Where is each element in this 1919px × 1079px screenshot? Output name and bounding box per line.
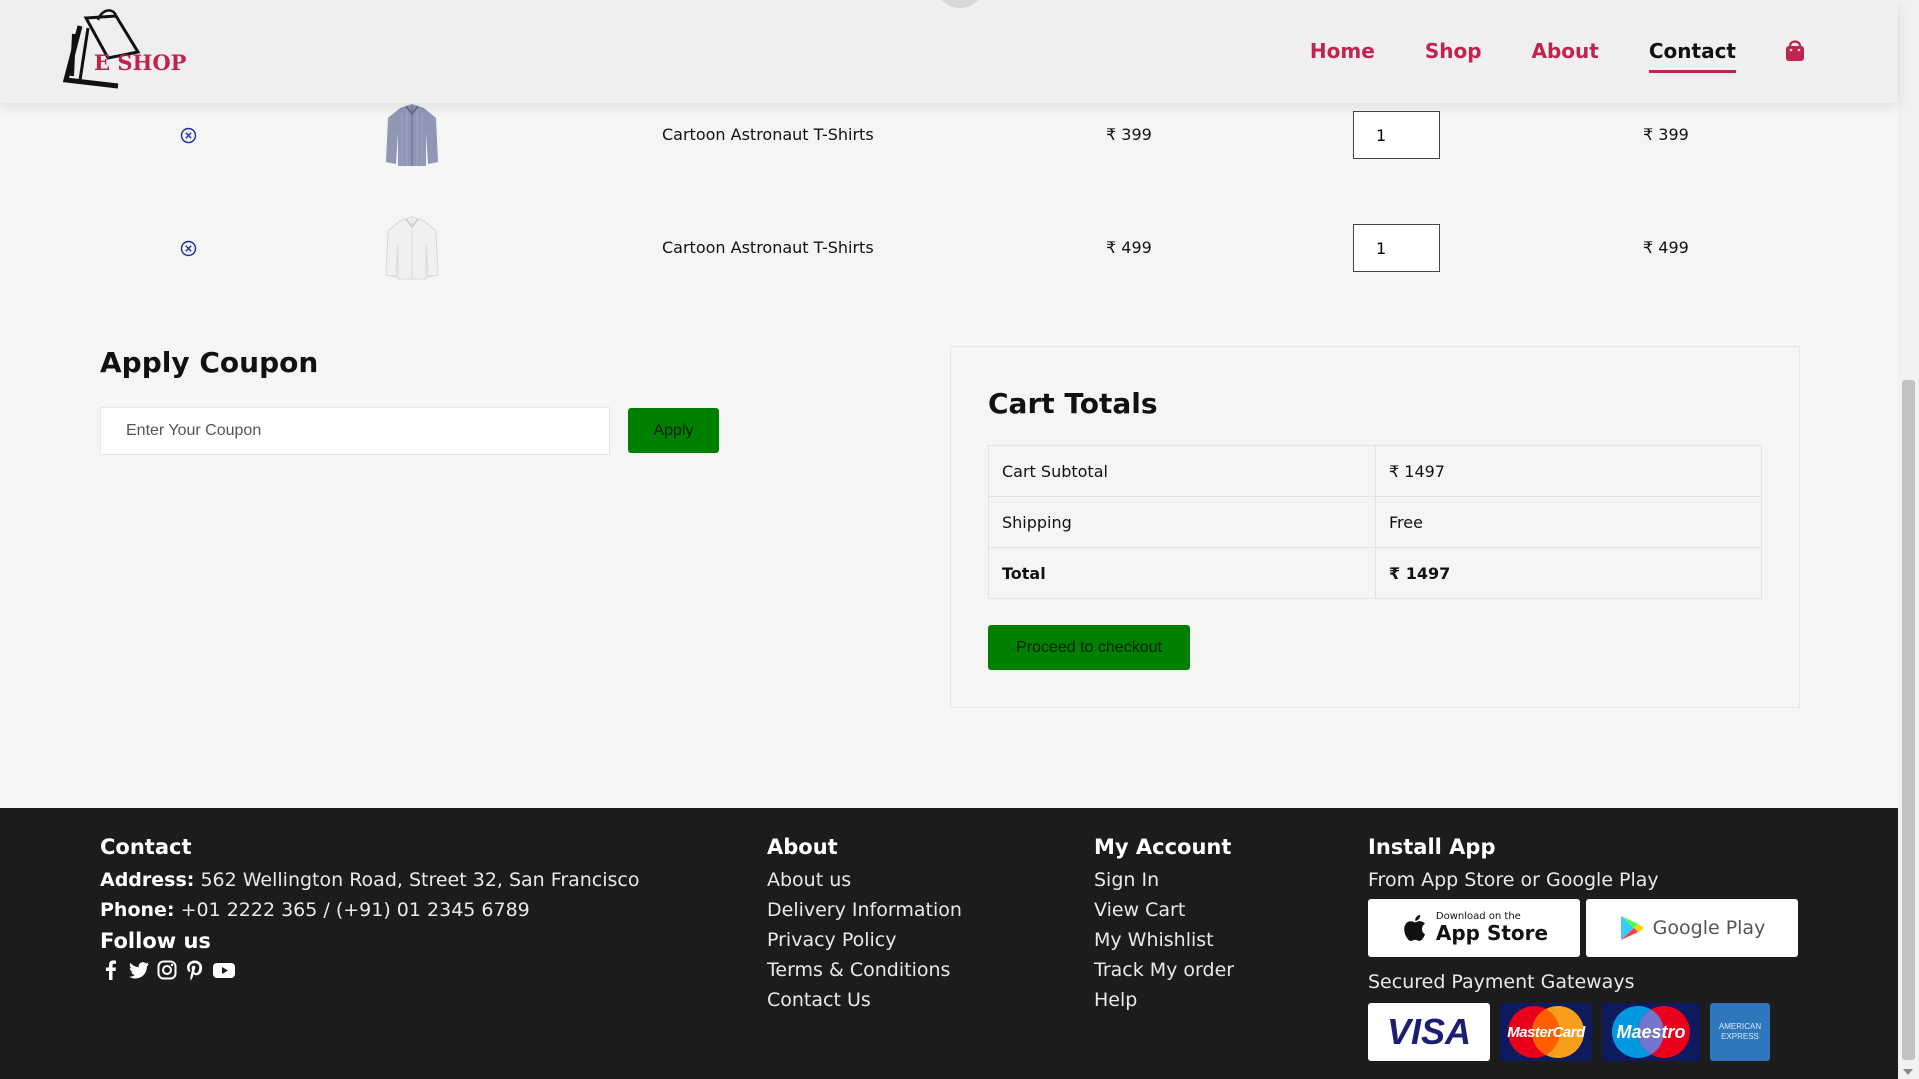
remove-circle-icon[interactable] <box>180 127 197 144</box>
proceed-to-checkout-button[interactable]: Proceed to checkout <box>988 625 1190 670</box>
follow-us-title: Follow us <box>100 929 211 953</box>
google-play-text: Google Play <box>1652 917 1766 939</box>
footer-link-view-cart[interactable]: View Cart <box>1094 895 1234 925</box>
footer-account-title: My Account <box>1094 835 1232 859</box>
twitter-icon[interactable] <box>128 959 150 981</box>
product-price: ₹ 399 <box>1106 125 1152 144</box>
footer-link-privacy-policy[interactable]: Privacy Policy <box>767 925 962 955</box>
phone-value: +01 2222 365 / (+91) 01 2345 6789 <box>180 899 530 921</box>
totals-label: Cart Subtotal <box>988 445 1376 497</box>
cart-row: Cartoon Astronaut T-Shirts ₹ 399 ₹ 399 <box>0 102 1898 168</box>
remove-circle-icon[interactable] <box>180 240 197 257</box>
address-label: Address: <box>100 869 195 891</box>
site-header: E SHOP Home Shop About Contact <box>0 0 1898 103</box>
instagram-icon[interactable] <box>156 959 178 981</box>
facebook-icon[interactable] <box>100 959 122 981</box>
product-price: ₹ 499 <box>1106 238 1152 257</box>
pinterest-icon[interactable] <box>184 959 206 981</box>
nav-contact[interactable]: Contact <box>1648 39 1737 73</box>
totals-row-grand: Total ₹ 1497 <box>988 547 1762 599</box>
cart-row: Cartoon Astronaut T-Shirts ₹ 499 ₹ 499 <box>0 215 1898 281</box>
footer-contact-title: Contact <box>100 835 192 859</box>
quantity-input[interactable] <box>1353 111 1440 159</box>
footer-link-about-us[interactable]: About us <box>767 865 962 895</box>
visa-logo: VISA <box>1368 1003 1490 1061</box>
footer-contact: Contact Address: 562 Wellington Road, St… <box>100 835 640 981</box>
footer-about-title: About <box>767 835 838 859</box>
totals-row: Cart Subtotal ₹ 1497 <box>988 445 1762 497</box>
payment-gateways-title: Secured Payment Gateways <box>1368 971 1635 993</box>
google-play-button[interactable]: Google Play <box>1586 899 1798 957</box>
amex-text: AMERICAN EXPRESS <box>1718 1022 1762 1041</box>
shopping-bag-icon[interactable] <box>1784 38 1810 64</box>
mastercard-text: MasterCard <box>1507 1023 1585 1041</box>
footer-link-my-whishlist[interactable]: My Whishlist <box>1094 925 1234 955</box>
payment-logos: VISA MasterCard Maestro AMERICAN EXPRESS <box>1368 1003 1798 1061</box>
footer-link-help[interactable]: Help <box>1094 985 1234 1015</box>
mastercard-logo: MasterCard <box>1500 1003 1592 1061</box>
address-value: 562 Wellington Road, Street 32, San Fran… <box>200 869 640 891</box>
footer-account: My Account Sign In View Cart My Whishlis… <box>1094 835 1234 1015</box>
logo-text: E SHOP <box>94 50 187 75</box>
page: E SHOP Home Shop About Contact Cartoon A… <box>0 0 1898 1079</box>
footer-about: About About us Delivery Information Priv… <box>767 835 962 1015</box>
site-footer: Contact Address: 562 Wellington Road, St… <box>0 808 1898 1079</box>
totals-value: ₹ 1497 <box>1375 547 1762 599</box>
footer-address: Address: 562 Wellington Road, Street 32,… <box>100 865 640 895</box>
maestro-logo: Maestro <box>1602 1003 1700 1061</box>
nav-about[interactable]: About <box>1532 39 1599 63</box>
footer-link-sign-in[interactable]: Sign In <box>1094 865 1234 895</box>
nav-shop[interactable]: Shop <box>1425 39 1482 63</box>
social-icons <box>100 959 640 981</box>
footer-phone: Phone: +01 2222 365 / (+91) 01 2345 6789 <box>100 895 640 925</box>
footer-link-terms-conditions[interactable]: Terms & Conditions <box>767 955 962 985</box>
scrollbar-thumb[interactable] <box>1902 380 1915 1060</box>
nav-home[interactable]: Home <box>1310 39 1375 63</box>
cart-totals-title: Cart Totals <box>988 387 1158 420</box>
logo[interactable]: E SHOP <box>58 6 188 92</box>
totals-label: Shipping <box>988 496 1376 548</box>
totals-value: Free <box>1375 496 1762 548</box>
store-buttons: Download on the App Store Google Play <box>1368 899 1798 957</box>
app-store-button[interactable]: Download on the App Store <box>1368 899 1580 957</box>
coupon-title: Apply Coupon <box>100 346 319 379</box>
logo-bag-icon <box>62 9 141 89</box>
google-play-icon <box>1620 916 1644 940</box>
product-image-white-shirt <box>380 215 444 281</box>
totals-value: ₹ 1497 <box>1375 445 1762 497</box>
product-image-striped-shirt <box>380 102 444 168</box>
visa-text: VISA <box>1386 1011 1472 1052</box>
youtube-icon[interactable] <box>212 959 236 981</box>
totals-row: Shipping Free <box>988 496 1762 548</box>
row-subtotal: ₹ 399 <box>1643 125 1689 144</box>
scroll-top-button[interactable] <box>935 0 985 8</box>
totals-label: Total <box>988 547 1376 599</box>
row-subtotal: ₹ 499 <box>1643 238 1689 257</box>
apple-icon <box>1404 915 1425 941</box>
product-name: Cartoon Astronaut T-Shirts <box>662 125 874 144</box>
product-name: Cartoon Astronaut T-Shirts <box>662 238 874 257</box>
footer-link-contact-us[interactable]: Contact Us <box>767 985 962 1015</box>
totals-table: Cart Subtotal ₹ 1497 Shipping Free Total… <box>988 445 1762 599</box>
apply-coupon-button[interactable]: Apply <box>628 408 719 453</box>
coupon-input[interactable] <box>100 407 610 455</box>
footer-install-app: Install App From App Store or Google Pla… <box>1368 835 1798 1061</box>
scroll-down-arrow-icon[interactable] <box>1903 1069 1913 1075</box>
cart-totals-panel: Cart Totals Cart Subtotal ₹ 1497 Shippin… <box>950 346 1800 708</box>
install-app-subtitle: From App Store or Google Play <box>1368 869 1659 891</box>
footer-link-track-my-order[interactable]: Track My order <box>1094 955 1234 985</box>
page-scrollbar[interactable] <box>1898 0 1919 1079</box>
app-store-big-text: App Store <box>1435 921 1549 945</box>
footer-install-app-title: Install App <box>1368 835 1496 859</box>
phone-label: Phone: <box>100 899 175 921</box>
footer-link-delivery-information[interactable]: Delivery Information <box>767 895 962 925</box>
maestro-text: Maestro <box>1616 1021 1686 1042</box>
main-nav: Home Shop About Contact <box>1260 38 1810 73</box>
quantity-input[interactable] <box>1353 224 1440 272</box>
american-express-logo: AMERICAN EXPRESS <box>1710 1003 1770 1061</box>
